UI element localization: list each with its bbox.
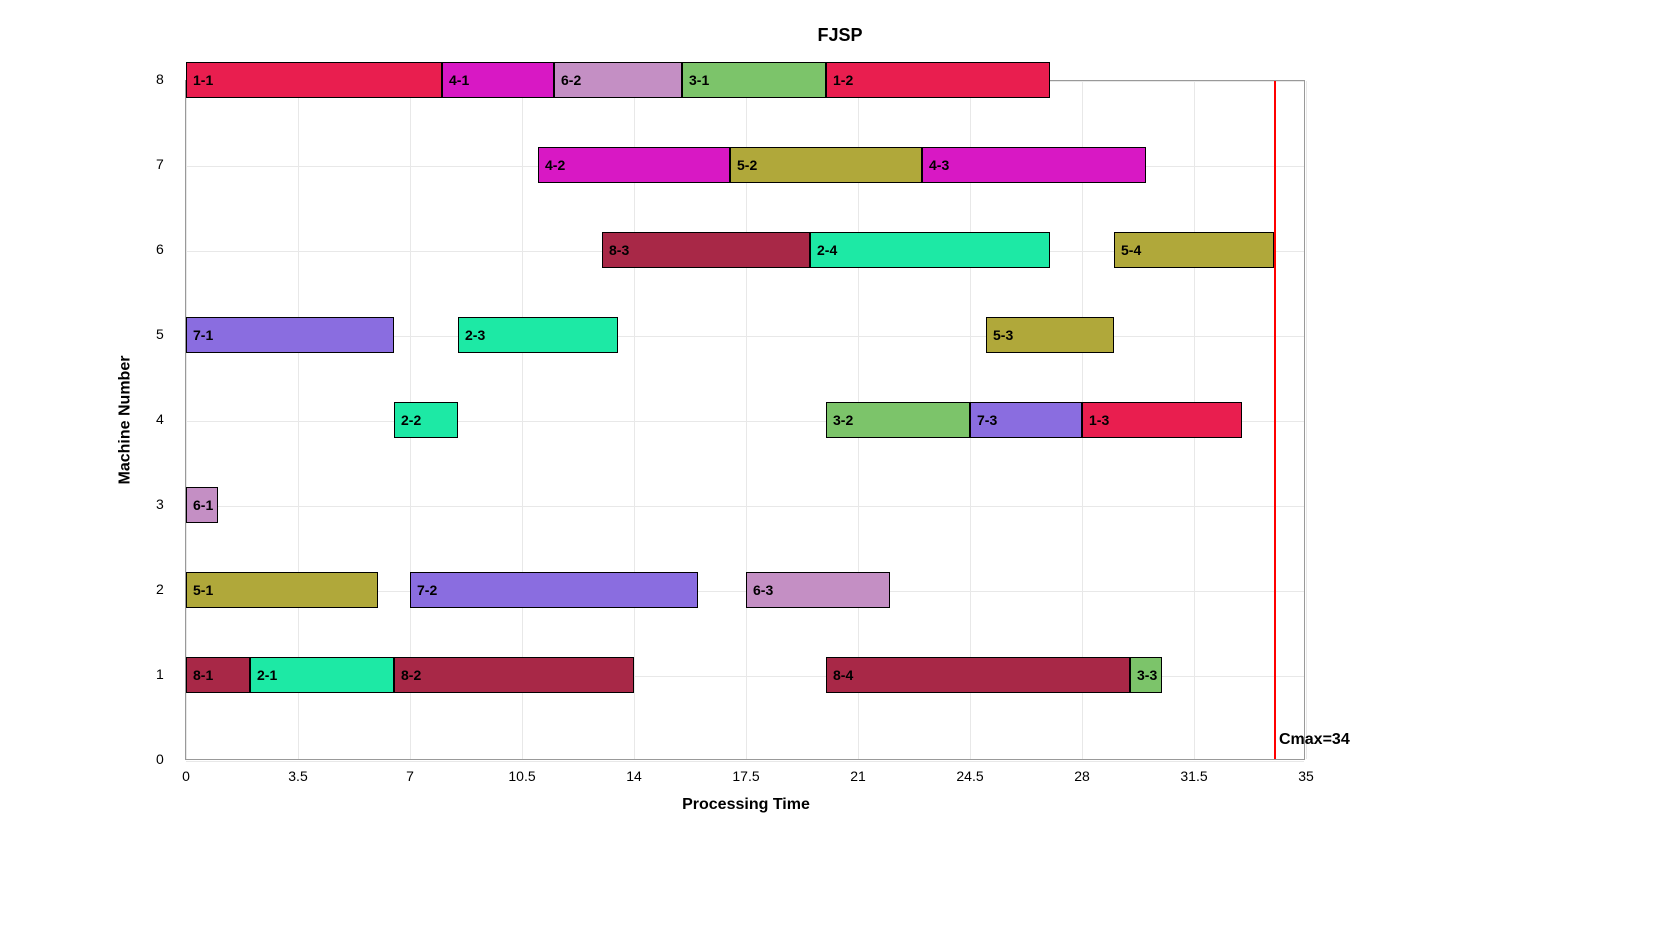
cmax-label: Cmax=34	[1279, 731, 1350, 749]
y-tick-label: 8	[156, 71, 164, 87]
gantt-bar: 6-2	[554, 62, 682, 98]
gantt-bar: 5-2	[730, 147, 922, 183]
x-tick-label: 31.5	[1180, 768, 1207, 784]
x-tick-label: 3.5	[288, 768, 307, 784]
gantt-bar: 5-4	[1114, 232, 1274, 268]
gantt-bar: 3-3	[1130, 657, 1162, 693]
grid-line-vertical	[1306, 81, 1307, 759]
cmax-line	[1274, 81, 1276, 759]
chart-title: FJSP	[185, 25, 1495, 46]
gantt-bar: 8-1	[186, 657, 250, 693]
gantt-bar: 4-2	[538, 147, 730, 183]
x-tick-label: 0	[182, 768, 190, 784]
y-tick-label: 6	[156, 241, 164, 257]
gantt-bar: 8-4	[826, 657, 1130, 693]
gantt-bar: 8-3	[602, 232, 810, 268]
gantt-bar: 1-1	[186, 62, 442, 98]
y-tick-label: 7	[156, 156, 164, 172]
y-tick-label: 1	[156, 666, 164, 682]
x-tick-label: 17.5	[732, 768, 759, 784]
gantt-bar: 2-1	[250, 657, 394, 693]
x-tick-label: 35	[1298, 768, 1314, 784]
gantt-bar: 3-2	[826, 402, 970, 438]
x-tick-label: 14	[626, 768, 642, 784]
gantt-bar: 5-3	[986, 317, 1114, 353]
y-tick-label: 5	[156, 326, 164, 342]
y-tick-label: 2	[156, 581, 164, 597]
plot-area: 03.5710.51417.52124.52831.535012345678Pr…	[185, 80, 1305, 760]
y-tick-label: 0	[156, 751, 164, 767]
x-tick-label: 21	[850, 768, 866, 784]
gantt-bar: 6-3	[746, 572, 890, 608]
x-tick-label: 28	[1074, 768, 1090, 784]
x-axis-label: Processing Time	[186, 796, 1306, 814]
x-tick-label: 7	[406, 768, 414, 784]
grid-line-horizontal	[186, 506, 1304, 507]
gantt-bar: 3-1	[682, 62, 826, 98]
gantt-bar: 1-2	[826, 62, 1050, 98]
x-tick-label: 10.5	[508, 768, 535, 784]
gantt-bar: 4-3	[922, 147, 1146, 183]
gantt-bar: 7-1	[186, 317, 394, 353]
gantt-bar: 2-2	[394, 402, 458, 438]
gantt-bar: 1-3	[1082, 402, 1242, 438]
x-tick-label: 24.5	[956, 768, 983, 784]
y-tick-label: 3	[156, 496, 164, 512]
y-axis-label: Machine Number	[115, 80, 135, 760]
gantt-bar: 5-1	[186, 572, 378, 608]
gantt-chart: FJSP 03.5710.51417.52124.52831.535012345…	[185, 50, 1495, 810]
grid-line-horizontal	[186, 761, 1304, 762]
gantt-bar: 2-3	[458, 317, 618, 353]
gantt-bar: 8-2	[394, 657, 634, 693]
gantt-bar: 2-4	[810, 232, 1050, 268]
gantt-bar: 4-1	[442, 62, 554, 98]
gantt-bar: 6-1	[186, 487, 218, 523]
gantt-bar: 7-2	[410, 572, 698, 608]
gantt-bar: 7-3	[970, 402, 1082, 438]
y-tick-label: 4	[156, 411, 164, 427]
